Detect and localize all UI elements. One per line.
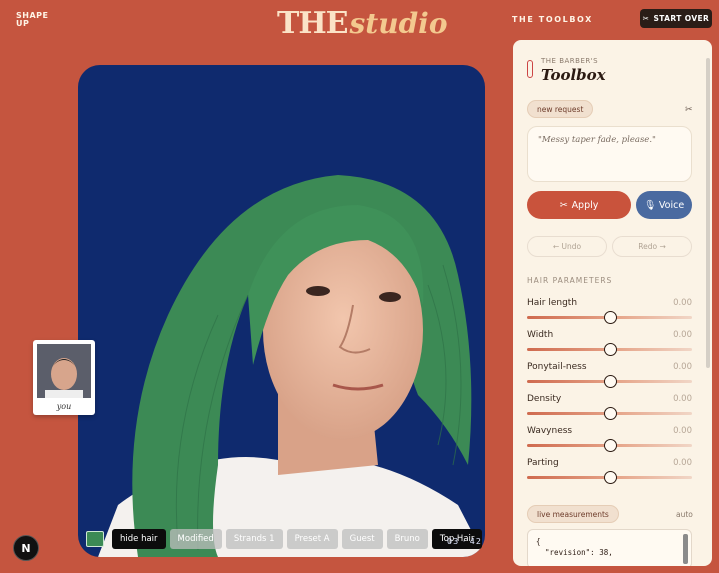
chip-modified[interactable]: Modified bbox=[169, 529, 222, 549]
redo-button[interactable]: Redo → bbox=[612, 236, 692, 257]
chip-guest[interactable]: Guest bbox=[341, 529, 383, 549]
param-hair-length: Hair length 0.00 bbox=[527, 298, 692, 326]
voice-button[interactable]: 🎙 Voice bbox=[636, 191, 692, 219]
razor-icon bbox=[527, 60, 533, 78]
param-label: Density bbox=[527, 394, 562, 404]
chip-strands[interactable]: Strands 1 bbox=[225, 529, 283, 549]
param-value: 0.00 bbox=[673, 362, 692, 372]
start-over-label: START OVER bbox=[653, 14, 710, 23]
hide-hair-toggle[interactable]: hide hair bbox=[112, 529, 166, 549]
panel-title: Toolbox bbox=[541, 66, 606, 84]
user-photo-polaroid[interactable]: you bbox=[33, 340, 95, 415]
param-density: Density 0.00 bbox=[527, 394, 692, 422]
hair-parameters-heading: HAIR PARAMETERS bbox=[527, 276, 613, 285]
microphone-icon: 🎙 bbox=[643, 199, 656, 211]
stage-toolbar: hide hair Modified Strands 1 Preset A Gu… bbox=[86, 528, 483, 550]
code-line: { bbox=[536, 537, 541, 546]
logo-studio: studio bbox=[349, 7, 448, 40]
param-slider-handle[interactable] bbox=[603, 471, 617, 484]
scissors-icon: ✂ bbox=[642, 14, 650, 23]
param-parting: Parting 0.00 bbox=[527, 458, 692, 486]
apply-label: Apply bbox=[571, 199, 599, 211]
request-input[interactable]: "Messy taper fade, please." bbox=[527, 126, 692, 182]
param-slider-handle[interactable] bbox=[603, 439, 617, 452]
param-slider-handle[interactable] bbox=[603, 343, 617, 356]
toolbox-panel: THE BARBER'S Toolbox new request ✂ "Mess… bbox=[513, 40, 712, 566]
new-request-button[interactable]: new request bbox=[527, 100, 594, 118]
scissors-icon: ✂ bbox=[559, 199, 568, 211]
param-value: 0.00 bbox=[673, 298, 692, 308]
param-label: Width bbox=[527, 330, 554, 340]
scissors-icon[interactable]: ✂ bbox=[685, 105, 693, 115]
corner-n-button[interactable]: N bbox=[13, 535, 39, 561]
param-label: Ponytail-ness bbox=[527, 362, 587, 372]
frame-counter: 03 · 42 bbox=[447, 537, 482, 546]
param-slider-handle[interactable] bbox=[603, 311, 617, 324]
measurements-json-output[interactable]: { "revision": 38, bbox=[527, 529, 692, 566]
param-label: Hair length bbox=[527, 298, 578, 308]
polaroid-caption: you bbox=[56, 402, 72, 411]
panel-scrollbar[interactable] bbox=[706, 58, 710, 368]
code-line: "revision": 38, bbox=[536, 548, 613, 557]
param-slider-handle[interactable] bbox=[603, 375, 617, 388]
hair-preview-canvas[interactable] bbox=[78, 65, 485, 557]
chip-preset[interactable]: Preset A bbox=[286, 529, 338, 549]
logo-the: THE bbox=[277, 6, 349, 41]
param-value: 0.00 bbox=[673, 330, 692, 340]
param-value: 0.00 bbox=[673, 394, 692, 404]
param-width: Width 0.00 bbox=[527, 330, 692, 358]
live-measurements-pill[interactable]: live measurements bbox=[527, 505, 619, 523]
param-value: 0.00 bbox=[673, 426, 692, 436]
start-over-button[interactable]: ✂ START OVER bbox=[640, 9, 712, 28]
panel-subtitle: THE BARBER'S bbox=[541, 57, 599, 65]
param-value: 0.00 bbox=[673, 458, 692, 468]
code-scrollbar[interactable] bbox=[683, 534, 688, 564]
chip-bruno[interactable]: Bruno bbox=[386, 529, 428, 549]
param-wavyness: Wavyness 0.00 bbox=[527, 426, 692, 454]
brand-logo[interactable]: SHAPE UP bbox=[16, 12, 48, 28]
auto-label: auto bbox=[676, 510, 693, 519]
param-slider-handle[interactable] bbox=[603, 407, 617, 420]
hair-color-swatch[interactable] bbox=[86, 531, 104, 547]
brand-line-2: UP bbox=[16, 19, 30, 28]
nav-toolbox-link[interactable]: THE TOOLBOX bbox=[512, 15, 593, 24]
studio-logo: THE studio bbox=[277, 6, 448, 42]
user-photo bbox=[37, 344, 91, 398]
param-ponytail: Ponytail-ness 0.00 bbox=[527, 362, 692, 390]
param-label: Parting bbox=[527, 458, 559, 468]
voice-label: Voice bbox=[658, 199, 685, 211]
portrait-image bbox=[98, 175, 485, 557]
param-label: Wavyness bbox=[527, 426, 573, 436]
undo-button[interactable]: ← Undo bbox=[527, 236, 607, 257]
apply-button[interactable]: ✂ Apply bbox=[527, 191, 631, 219]
